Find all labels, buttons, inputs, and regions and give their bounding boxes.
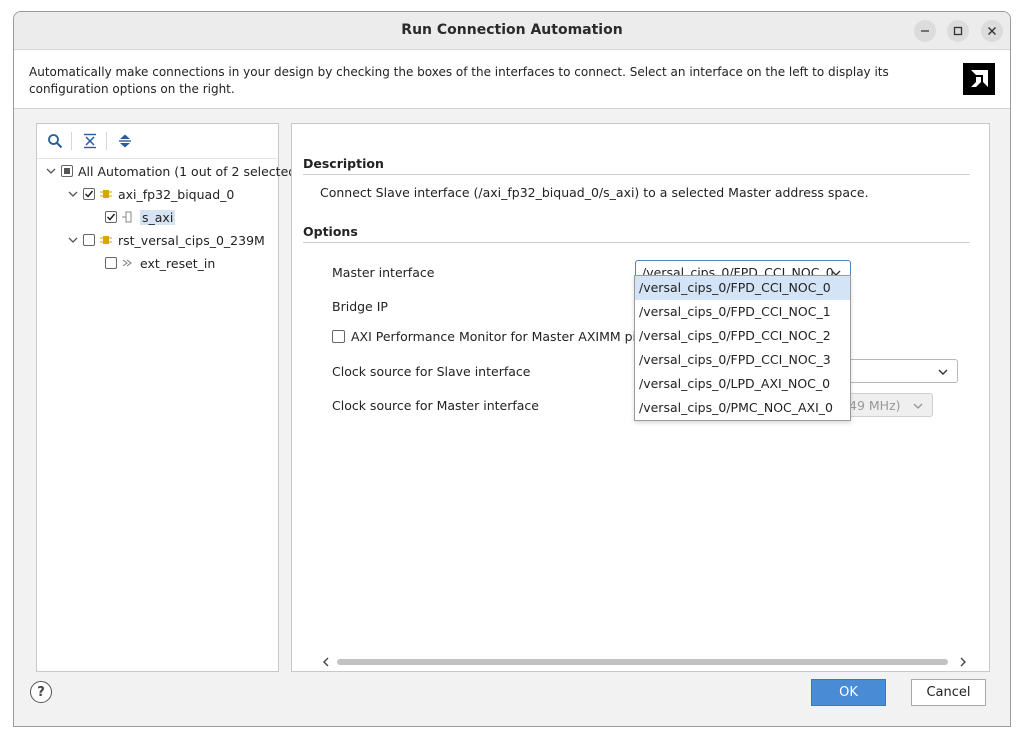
chevron-down-icon [938, 369, 948, 375]
master-interface-label: Master interface [332, 265, 435, 280]
bridge-ip-label: Bridge IP [332, 299, 388, 314]
perf-monitor-checkbox[interactable] [332, 330, 345, 343]
window-title: Run Connection Automation [401, 22, 623, 38]
tree-item-label: s_axi [140, 209, 176, 225]
perf-monitor-label: AXI Performance Monitor for Master AXIMM… [351, 329, 651, 344]
dropdown-option[interactable]: /versal_cips_0/FPD_CCI_NOC_0 [635, 276, 850, 300]
ok-button[interactable]: OK [811, 679, 886, 706]
ip-block-icon [100, 190, 112, 198]
dropdown-option[interactable]: /versal_cips_0/FPD_CCI_NOC_1 [635, 300, 850, 324]
expand-all-icon[interactable] [117, 133, 133, 149]
description-heading: Description [303, 156, 384, 171]
dropdown-option[interactable]: /versal_cips_0/FPD_CCI_NOC_3 [635, 348, 850, 372]
info-banner: Automatically make connections in your d… [14, 49, 1010, 109]
chevron-down-icon [913, 403, 923, 409]
dialog-window: Run Connection Automation Automatically … [13, 11, 1011, 727]
tree-toolbar [37, 124, 278, 159]
master-interface-dropdown: /versal_cips_0/FPD_CCI_NOC_0 /versal_cip… [634, 275, 851, 421]
perf-monitor-option[interactable]: AXI Performance Monitor for Master AXIMM… [332, 329, 650, 344]
title-bar[interactable]: Run Connection Automation [14, 12, 1010, 49]
amd-logo-icon [963, 63, 995, 95]
tree-item-label: ext_reset_in [140, 255, 216, 271]
scroll-right-icon[interactable] [958, 657, 968, 667]
partial-checkbox[interactable] [61, 165, 73, 177]
checkbox-unchecked[interactable] [83, 234, 95, 246]
tree-root-label: All Automation (1 out of 2 selected) [78, 163, 302, 179]
automation-tree-panel: All Automation (1 out of 2 selected) axi… [36, 123, 301, 672]
master-clock-label: Clock source for Master interface [332, 398, 539, 413]
maximize-icon [953, 26, 963, 36]
close-button[interactable] [981, 20, 1003, 42]
slave-clock-label: Clock source for Slave interface [332, 364, 531, 379]
tree-item-label: axi_fp32_biquad_0 [118, 186, 235, 202]
search-icon[interactable] [47, 133, 63, 149]
ip-block-icon [100, 236, 112, 244]
help-button[interactable]: ? [30, 681, 52, 703]
banner-text: Automatically make connections in your d… [29, 65, 889, 96]
horizontal-scrollbar[interactable] [321, 656, 968, 668]
options-heading: Options [303, 224, 358, 239]
minimize-button[interactable] [914, 20, 936, 42]
tree-item-rst-versal-cips[interactable]: rst_versal_cips_0_239M [67, 229, 265, 251]
minimize-icon [921, 30, 929, 32]
maximize-button[interactable] [947, 20, 969, 42]
dropdown-option[interactable]: /versal_cips_0/FPD_CCI_NOC_2 [635, 324, 850, 348]
bus-interface-icon [122, 211, 132, 223]
scrollbar-thumb[interactable] [337, 659, 948, 665]
checkbox-checked[interactable] [105, 211, 117, 223]
reset-pin-icon [122, 259, 132, 267]
tree-item-label: rst_versal_cips_0_239M [118, 232, 265, 248]
tree-item-axi-fp32-biquad[interactable]: axi_fp32_biquad_0 [67, 183, 234, 205]
scroll-left-icon[interactable] [321, 657, 331, 667]
cancel-button[interactable]: Cancel [911, 679, 986, 706]
dropdown-option[interactable]: /versal_cips_0/LPD_AXI_NOC_0 [635, 372, 850, 396]
tree-item-ext-reset-in[interactable]: ext_reset_in [105, 252, 215, 274]
chevron-down-icon[interactable] [67, 234, 79, 246]
collapse-all-icon[interactable] [82, 133, 98, 149]
dropdown-option[interactable]: /versal_cips_0/PMC_NOC_AXI_0 [635, 396, 850, 420]
checkbox-unchecked[interactable] [105, 257, 117, 269]
chevron-down-icon[interactable] [45, 165, 57, 177]
description-text: Connect Slave interface (/axi_fp32_biqua… [320, 185, 869, 200]
chevron-down-icon[interactable] [67, 188, 79, 200]
close-icon [988, 27, 996, 35]
checkbox-checked[interactable] [83, 188, 95, 200]
tree-item-s-axi[interactable]: s_axi [105, 206, 176, 228]
master-clock-value: 49 MHz) [849, 398, 901, 413]
tree-root-all-automation[interactable]: All Automation (1 out of 2 selected) [45, 160, 301, 182]
